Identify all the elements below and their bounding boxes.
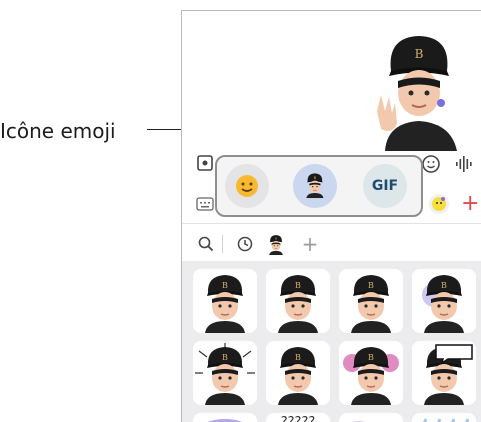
ar-emoji-sticker-tab[interactable] [264,227,288,261]
emoji-type-popup: GIF [215,155,423,217]
attach-icon[interactable] [196,154,214,172]
sticker-item[interactable] [193,341,257,405]
svg-text:B: B [415,47,424,61]
sticker-item[interactable] [412,341,476,405]
separator [222,235,223,253]
gif-tab-button[interactable]: GIF [363,164,407,208]
sticker-item[interactable] [266,269,330,333]
sticker-subtabs: + [182,227,481,261]
smiley-icon [236,175,258,197]
sticker-grid: ????? [182,261,481,422]
voice-input-icon[interactable] [455,154,473,174]
gif-label: GIF [371,178,399,194]
divider [182,223,481,224]
sticker-item[interactable] [193,269,257,333]
emoji-icon-callout-label: Icône emoji [0,119,116,143]
sticker-item[interactable] [412,269,476,333]
emoji-icon[interactable] [421,154,441,174]
recent-icon[interactable] [234,227,256,261]
add-icon[interactable]: + [461,188,479,220]
add-sticker-button[interactable]: + [300,227,320,261]
keyboard-icon[interactable] [196,197,214,211]
sticker-icon[interactable] [428,193,450,215]
search-icon[interactable] [196,227,216,261]
ar-emoji-tab-button[interactable] [293,164,337,208]
ar-emoji-avatar: B [377,36,457,151]
sticker-item[interactable] [266,341,330,405]
sticker-item[interactable] [339,269,403,333]
sticker-item[interactable] [339,341,403,405]
emoji-tab-button[interactable] [225,164,269,208]
avatar-icon [293,164,337,208]
